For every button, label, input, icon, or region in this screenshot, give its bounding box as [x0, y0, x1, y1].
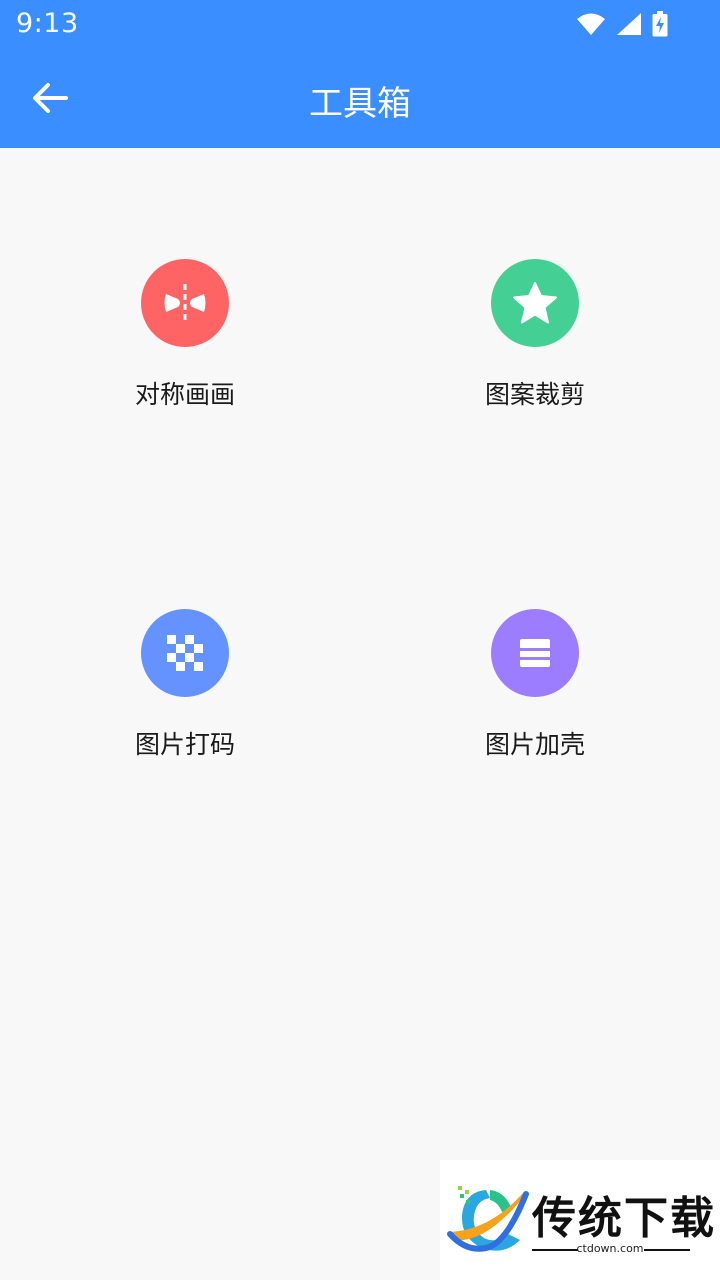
tool-icon-circle [491, 259, 579, 347]
tool-label: 图片打码 [134, 730, 235, 759]
tool-pattern-crop[interactable]: 图案裁剪 [415, 259, 655, 429]
status-time: 9:13 [16, 8, 79, 39]
watermark-brand: 传统下载 [532, 1193, 716, 1244]
symmetry-icon [164, 284, 206, 322]
tool-label: 对称画画 [134, 380, 235, 409]
tool-image-mosaic[interactable]: 图片打码 [65, 609, 305, 779]
tool-icon-circle [491, 609, 579, 697]
ctdown-logo [447, 1186, 529, 1252]
tool-label: 图案裁剪 [484, 380, 585, 409]
tool-label: 图片加壳 [484, 730, 585, 759]
tool-image-frame[interactable]: 图片加壳 [415, 609, 655, 779]
mosaic-icon [167, 635, 203, 671]
wifi-icon [577, 13, 605, 35]
watermark-line-right [644, 1249, 690, 1251]
signal-icon [617, 13, 641, 35]
frame-icon [520, 639, 550, 667]
page-title: 工具箱 [309, 84, 411, 124]
app-bar: 9:13 工具箱 [0, 0, 720, 148]
watermark: 传统下载 ctdown.com [440, 1160, 720, 1280]
battery-charging-icon [652, 11, 668, 37]
tool-icon-circle [141, 609, 229, 697]
tool-icon-circle [141, 259, 229, 347]
star-icon [513, 282, 557, 324]
status-icons [576, 10, 668, 38]
tool-symmetry-drawing[interactable]: 对称画画 [65, 259, 305, 429]
